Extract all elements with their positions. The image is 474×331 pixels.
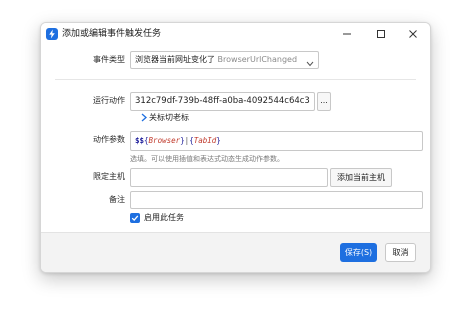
param-token-close-brace-2: } [216,136,221,145]
event-type-label: 事件类型 [93,55,125,64]
app-lightning-icon [46,28,58,40]
window-title: 添加或编辑事件触发任务 [62,29,162,39]
event-type-select[interactable]: 浏览器当前网址变化了 BrowserUrlChanged [130,51,319,69]
event-type-value-en: BrowserUrlChanged [217,55,298,64]
maximize-icon [377,30,385,38]
close-button[interactable] [396,23,430,45]
browse-action-button[interactable]: ... [317,92,331,111]
host-label: 限定主机 [93,172,125,181]
event-type-value-cn: 浏览器当前网址变化了 [135,55,215,64]
arrow-icon [140,113,148,126]
host-input[interactable] [130,168,328,187]
close-icon [409,30,417,38]
chevron-down-icon [306,57,314,73]
dialog-footer: 保存(S) 取消 [41,232,430,272]
maximize-button[interactable] [364,23,398,45]
remark-label: 备注 [109,195,125,204]
param-token-browser: Browser [148,136,181,145]
params-input[interactable]: $${Browser}|{TabId} [130,131,423,151]
enable-label: 启用此任务 [144,213,184,222]
action-label: 运行动作 [93,96,125,105]
minimize-icon [343,33,351,35]
dialog-window: 添加或编辑事件触发任务 事件类型 浏览器当前网址变化了 BrowserUrlCh… [40,22,431,273]
title-bar: 添加或编辑事件触发任务 [41,23,430,45]
params-label: 动作参数 [93,135,125,144]
section-divider [55,79,416,80]
save-button[interactable]: 保存(S) [340,243,377,262]
action-id-field[interactable]: 312c79df-739b-48ff-a0ba-4092544c64c3 [130,92,315,111]
action-link-label: 关标切老标 [149,113,189,122]
checkmark-icon [131,215,139,222]
param-token-dollar: $$ [135,136,145,145]
param-token-tabid: TabId [193,136,217,145]
minimize-button[interactable] [330,23,364,45]
remark-input[interactable] [130,191,423,209]
add-current-host-button[interactable]: 添加当前主机 [330,168,392,187]
cancel-button[interactable]: 取消 [385,243,416,262]
enable-checkbox[interactable] [130,213,140,223]
params-hint: 选填。可以使用插值和表达式动态生成动作参数。 [130,155,284,163]
action-link[interactable]: 关标切老标 [140,112,189,126]
